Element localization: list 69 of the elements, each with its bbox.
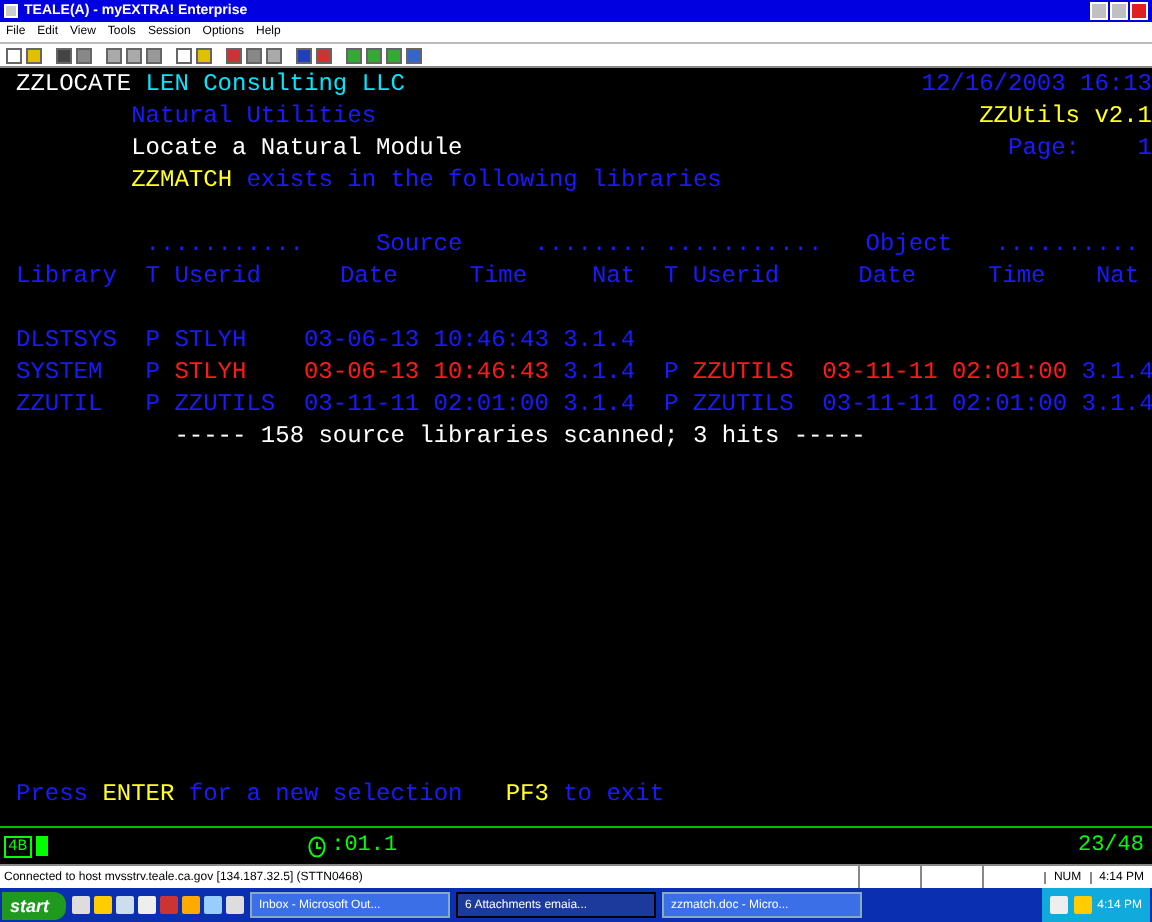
table-cell: 10:46:43 [433,358,549,386]
table-cell: 03-11-11 [822,358,938,386]
column-header: T [145,262,160,290]
table-cell: ZZUTIL [16,390,103,418]
table-cell: 02:01:00 [951,390,1068,418]
group-heading: Source [375,228,463,260]
table-cell: 02:01:00 [433,390,549,418]
table-cell: P [145,358,160,386]
column-header: Nat [1095,262,1140,290]
key-name: PF3 [505,778,549,810]
version-label: ZZUtils v2.1 [979,100,1152,132]
column-header: Time [987,262,1046,290]
key-name: ENTER [102,778,175,810]
table-cell: 10:46:43 [433,326,549,354]
table-cell: 3.1.4 [563,358,636,386]
table-cell: ZZUTILS [692,358,794,386]
table-cell: STLYH [174,326,247,354]
cursor-position: 23/48 [1077,834,1144,858]
dotted-leader: .......... [995,228,1140,260]
table-cell: 3.1.4 [563,326,636,354]
column-header: T [663,262,679,290]
table-cell: P [663,390,679,418]
close-button[interactable] [1130,2,1148,20]
table-cell: 03-06-13 [303,326,420,354]
column-header: Date [339,262,398,290]
app-icon [4,4,18,18]
table-cell: P [145,326,160,354]
prompt-text: for a new selection [188,778,463,810]
table-cell: SYSTEM [16,358,103,386]
company-name: LEN Consulting LLC [145,68,405,100]
dotted-leader: ........ [534,228,650,260]
group-heading: Object [865,228,952,260]
summary-text: ----- 158 source libraries scanned; 3 hits ----- [174,420,866,452]
table-cell: P [145,390,160,418]
message-text: exists in the following libraries [246,164,722,196]
column-header: Nat [591,262,636,290]
screen-heading: Locate a Natural Module [131,132,463,164]
table-cell: DLSTSYS [16,326,117,354]
table-cell: 02:01:00 [951,358,1068,386]
column-header: Time [469,262,528,290]
subtitle: Natural Utilities [131,100,377,132]
column-header: Userid [174,262,261,290]
program-name: ZZLOCATE [16,68,132,100]
timestamp: 12/16/2003 16:13 [921,68,1152,100]
table-cell: 3.1.4 [1081,390,1152,418]
start-button[interactable]: start [2,891,66,919]
table-cell: 3.1.4 [1081,358,1152,386]
column-header: Userid [692,262,780,290]
page-number: 1 [1135,132,1152,164]
module-name: ZZMATCH [131,164,233,196]
dotted-leader: ........... [145,228,305,260]
table-cell: ZZUTILS [692,390,794,418]
prompt-text: to exit [563,778,665,810]
table-cell: STLYH [174,358,247,386]
dotted-leader: ........... [663,228,823,260]
table-cell: 03-11-11 [303,390,420,418]
table-cell: 3.1.4 [563,390,636,418]
column-header: Library [16,262,117,290]
column-header: Date [858,262,916,290]
elapsed-time: :01.1 [331,834,398,858]
session-indicator: 4B [4,835,32,857]
table-cell: P [663,358,679,386]
timer-icon [307,835,326,857]
prompt-text: Press [16,778,89,810]
page-label: Page: [1008,132,1081,164]
table-cell: 03-11-11 [822,390,938,418]
table-cell: ZZUTILS [174,390,276,418]
cursor-block [35,836,48,856]
table-cell: 03-06-13 [303,358,420,386]
